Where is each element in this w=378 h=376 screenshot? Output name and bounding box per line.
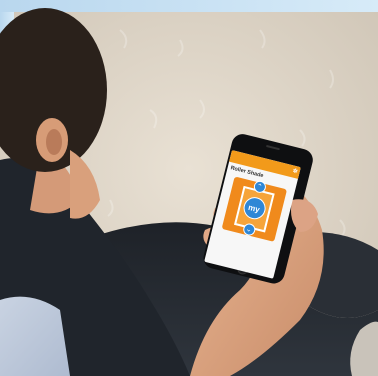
shade-control-panel: ⌃ my ⌄ bbox=[221, 176, 287, 242]
gear-icon[interactable]: ✲ bbox=[292, 167, 299, 176]
photo-scene: ✲ Roller Shade ⌃ my ⌄ bbox=[0, 0, 378, 376]
background-photo bbox=[0, 0, 378, 376]
